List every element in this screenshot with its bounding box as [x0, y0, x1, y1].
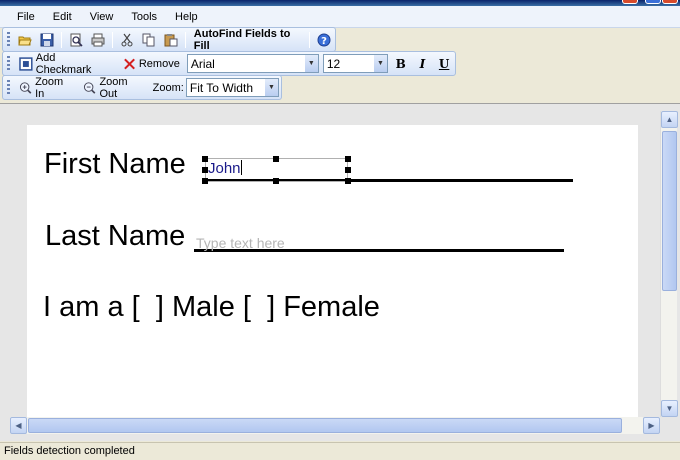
- save-button[interactable]: [37, 30, 57, 50]
- first-name-label: First Name: [44, 148, 186, 180]
- resize-handle[interactable]: [202, 167, 208, 173]
- toolbar-grip[interactable]: [7, 56, 10, 71]
- menu-tools[interactable]: Tools: [122, 7, 166, 27]
- document-page: First Name John Last Name Type text here…: [27, 125, 638, 425]
- italic-button[interactable]: I: [413, 54, 433, 73]
- menu-file[interactable]: File: [8, 7, 44, 27]
- zoom-out-label: Zoom Out: [99, 75, 128, 100]
- chevron-down-icon[interactable]: ▼: [373, 55, 387, 72]
- remove-x-icon: [123, 58, 135, 69]
- first-name-value: John: [208, 160, 241, 177]
- save-icon: [40, 33, 54, 46]
- maximize-button[interactable]: [645, 0, 661, 4]
- font-family-value: Arial: [190, 56, 215, 71]
- resize-handle[interactable]: [202, 178, 208, 184]
- add-checkmark-button[interactable]: Add Checkmark: [15, 51, 117, 76]
- status-bar: Fields detection completed: [0, 442, 680, 460]
- cut-icon: [121, 33, 133, 46]
- vertical-scroll-thumb[interactable]: [662, 131, 677, 291]
- bold-button[interactable]: B: [391, 54, 411, 73]
- help-button[interactable]: ?: [314, 30, 334, 50]
- scroll-down-button[interactable]: ▼: [661, 400, 678, 417]
- resize-handle[interactable]: [345, 156, 351, 162]
- chevron-down-icon[interactable]: ▼: [265, 79, 278, 96]
- zoom-toolbar: Zoom In Zoom Out Zoom: Fit To Width ▼: [2, 75, 282, 100]
- formatting-toolbar: Add Checkmark Remove Arial ▼ 12 ▼ B I U: [2, 51, 456, 76]
- scroll-right-button[interactable]: ▶: [643, 417, 660, 434]
- print-preview-icon: [70, 33, 83, 47]
- resize-handle[interactable]: [273, 156, 279, 162]
- status-text: Fields detection completed: [4, 445, 135, 457]
- font-size-value: 12: [326, 56, 341, 71]
- toolbar-separator: [309, 31, 310, 48]
- font-family-select[interactable]: Arial ▼: [186, 54, 319, 73]
- paste-button[interactable]: [161, 30, 181, 50]
- scroll-up-button[interactable]: ▲: [661, 111, 678, 128]
- toolbar-grip[interactable]: [7, 80, 10, 95]
- copy-button[interactable]: [139, 30, 159, 50]
- resize-handle[interactable]: [345, 167, 351, 173]
- text-caret: [240, 160, 242, 175]
- help-icon: ?: [317, 33, 331, 47]
- male-label: Male: [171, 291, 235, 323]
- zoom-select[interactable]: Fit To Width ▼: [185, 78, 279, 97]
- gender-row: I am a [ ] Male [ ] Female: [43, 291, 380, 324]
- underline-button[interactable]: U: [434, 54, 454, 73]
- open-button[interactable]: [15, 30, 35, 50]
- male-checkbox[interactable]: [ ]: [132, 291, 164, 323]
- copy-icon: [142, 33, 155, 46]
- remove-button[interactable]: Remove: [119, 54, 184, 74]
- toolbar-separator: [111, 31, 113, 48]
- standard-toolbar: AutoFind Fields to Fill ?: [2, 27, 336, 52]
- font-size-select[interactable]: 12 ▼: [322, 54, 388, 73]
- female-label: Female: [283, 291, 380, 323]
- zoom-out-icon: [84, 81, 96, 94]
- zoom-in-icon: [19, 81, 32, 94]
- svg-text:?: ?: [321, 36, 327, 47]
- chevron-down-icon[interactable]: ▼: [304, 55, 318, 72]
- minimize-button[interactable]: [622, 0, 638, 4]
- menu-bar: File Edit View Tools Help: [0, 6, 680, 28]
- document-viewport: First Name John Last Name Type text here…: [0, 103, 680, 441]
- close-button[interactable]: [662, 0, 678, 4]
- resize-handle[interactable]: [273, 178, 279, 184]
- gender-prefix: I am a: [43, 291, 124, 323]
- resize-handle[interactable]: [202, 156, 208, 162]
- zoom-in-label: Zoom In: [35, 75, 64, 100]
- resize-handle[interactable]: [345, 178, 351, 184]
- print-icon: [91, 33, 105, 46]
- print-preview-button[interactable]: [66, 30, 86, 50]
- horizontal-scrollbar[interactable]: ◀ ▶: [10, 417, 660, 434]
- menu-view[interactable]: View: [81, 7, 123, 27]
- toolbar-grip[interactable]: [7, 32, 10, 47]
- cut-button[interactable]: [117, 30, 137, 50]
- zoom-in-button[interactable]: Zoom In: [15, 75, 77, 100]
- toolbar-separator: [60, 31, 62, 48]
- open-icon: [18, 36, 32, 45]
- zoom-value: Fit To Width: [189, 80, 253, 95]
- autofind-fields-button[interactable]: AutoFind Fields to Fill: [190, 28, 305, 52]
- print-button[interactable]: [88, 30, 108, 50]
- vertical-scrollbar[interactable]: ▲ ▼: [660, 111, 678, 417]
- remove-label: Remove: [138, 57, 180, 70]
- add-checkmark-label: Add Checkmark: [35, 51, 92, 76]
- last-name-field[interactable]: Type text here: [196, 235, 285, 251]
- menu-help[interactable]: Help: [166, 7, 207, 27]
- horizontal-scroll-thumb[interactable]: [28, 418, 622, 433]
- menu-edit[interactable]: Edit: [44, 7, 81, 27]
- paste-icon: [164, 33, 178, 46]
- zoom-caption: Zoom:: [152, 81, 184, 94]
- scroll-left-button[interactable]: ◀: [10, 417, 27, 434]
- female-checkbox[interactable]: [ ]: [243, 291, 275, 323]
- checkmark-box-icon: [19, 56, 33, 71]
- zoom-out-button[interactable]: Zoom Out: [79, 75, 149, 100]
- toolbar-separator: [184, 31, 186, 48]
- last-name-label: Last Name: [45, 220, 186, 252]
